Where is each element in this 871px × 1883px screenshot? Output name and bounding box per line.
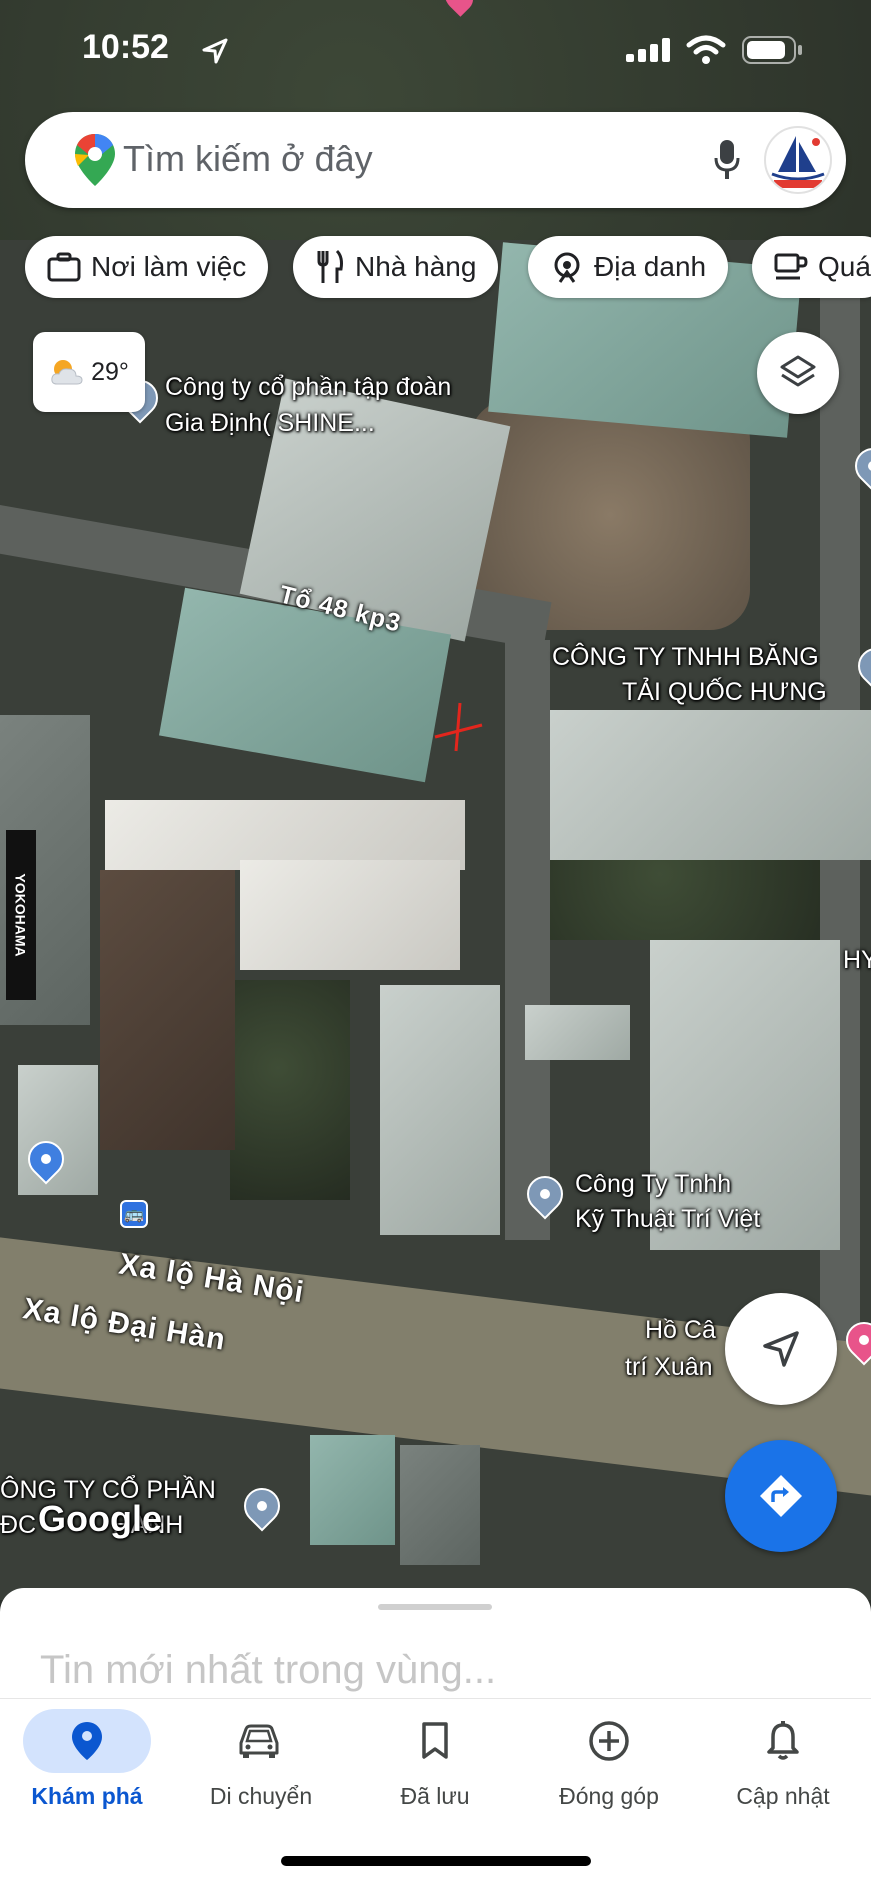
place-label[interactable]: CÔNG TY TNHH BĂNG: [552, 640, 819, 674]
navigation-arrow-icon: [763, 1331, 799, 1367]
landmark-icon: [554, 252, 580, 283]
chip-label: Nhà hàng: [355, 251, 477, 282]
map-layers-button[interactable]: [757, 332, 839, 414]
explore-pin-icon: [72, 1722, 102, 1760]
google-maps-logo-icon: [75, 134, 115, 186]
place-label[interactable]: Hồ Câ: [645, 1313, 716, 1347]
nav-label: Khám phá: [31, 1783, 143, 1809]
location-arrow-icon: [202, 38, 228, 64]
briefcase-icon: [47, 252, 81, 282]
yokohama-sign: YOKOHAMA: [6, 830, 36, 1000]
nav-updates[interactable]: Cập nhật: [696, 1709, 870, 1810]
sheet-drag-handle[interactable]: [378, 1604, 492, 1610]
nav-contribute[interactable]: Đóng góp: [522, 1709, 696, 1810]
nav-label: Di chuyển: [209, 1783, 313, 1809]
road-vertical-mid: [505, 640, 550, 1240]
place-label[interactable]: Gia Định( SHINE...: [165, 406, 375, 440]
search-bar[interactable]: Tìm kiếm ở đây: [25, 112, 846, 208]
add-circle-icon: [589, 1721, 629, 1761]
bottom-sheet[interactable]: Tin mới nhất trong vùng...: [0, 1588, 871, 1698]
sailboat-logo-icon: [771, 136, 825, 188]
building: [380, 985, 500, 1235]
home-indicator[interactable]: [281, 1856, 591, 1866]
place-label[interactable]: Công Ty Tnhh: [575, 1167, 731, 1201]
chip-label: Địa danh: [594, 251, 707, 282]
building: [550, 710, 871, 860]
place-label[interactable]: trí Xuân: [625, 1350, 713, 1384]
directions-icon: [760, 1475, 802, 1517]
chip-landmark[interactable]: Địa danh: [528, 236, 729, 298]
nav-label: Đã lưu: [400, 1783, 470, 1809]
nav-label: Đóng góp: [559, 1783, 659, 1809]
map-pin-icon[interactable]: [236, 1480, 288, 1532]
google-logo: Google: [38, 1498, 162, 1539]
nav-explore[interactable]: Khám phá: [0, 1709, 174, 1810]
nav-commute[interactable]: Di chuyển: [174, 1709, 348, 1810]
partly-cloudy-icon: [51, 360, 83, 385]
building: [525, 1005, 630, 1060]
place-label[interactable]: TẢI QUỐC HƯNG: [622, 675, 827, 709]
nav-pill: [371, 1709, 499, 1773]
nav-saved[interactable]: Đã lưu: [348, 1709, 522, 1810]
chip-workplace[interactable]: Nơi làm việc: [25, 236, 269, 298]
nav-label: Cập nhật: [736, 1783, 830, 1809]
bell-icon: [767, 1721, 799, 1760]
battery-icon: [742, 36, 802, 64]
nav-pill: [719, 1709, 847, 1773]
building: [100, 870, 235, 1150]
weather-widget[interactable]: 29°: [33, 332, 145, 412]
bookmark-icon: [422, 1722, 448, 1759]
nav-pill: [545, 1709, 673, 1773]
cellular-signal-icon: [626, 38, 670, 62]
chip-label: Quá: [818, 251, 871, 282]
building: [240, 860, 460, 970]
building: [310, 1435, 395, 1545]
account-avatar[interactable]: [764, 126, 832, 194]
building: [400, 1445, 480, 1565]
bus-stop-icon[interactable]: 🚌: [120, 1200, 148, 1228]
chip-cafe[interactable]: Quá: [752, 236, 871, 298]
directions-button[interactable]: [725, 1440, 837, 1552]
building: [18, 1065, 98, 1195]
layers-icon: [780, 355, 816, 387]
place-label[interactable]: Kỹ Thuật Trí Việt: [575, 1202, 760, 1236]
my-location-button[interactable]: [725, 1293, 837, 1405]
place-label[interactable]: HY: [843, 943, 871, 977]
sheet-title: Tin mới nhất trong vùng...: [40, 1648, 497, 1692]
status-bar: 10:52: [0, 0, 871, 100]
microphone-icon[interactable]: [713, 138, 741, 182]
temperature-text: 29°: [91, 357, 129, 386]
hand-drawn-mark: [434, 702, 483, 752]
clock: 10:52: [82, 28, 169, 66]
wifi-icon: [686, 35, 726, 64]
search-input[interactable]: Tìm kiếm ở đây: [123, 138, 373, 180]
fork-knife-icon: [317, 249, 343, 283]
place-label[interactable]: Công ty cổ phần tập đoàn: [165, 370, 451, 404]
coffee-icon: [774, 253, 808, 280]
chip-label: Nơi làm việc: [91, 251, 247, 282]
chip-restaurant[interactable]: Nhà hàng: [293, 236, 499, 298]
yokohama-text: YOKOHAMA: [13, 873, 30, 957]
nav-pill: [197, 1709, 325, 1773]
map-trees-2: [230, 980, 350, 1200]
car-icon: [239, 1724, 279, 1758]
nav-pill: [23, 1709, 151, 1773]
